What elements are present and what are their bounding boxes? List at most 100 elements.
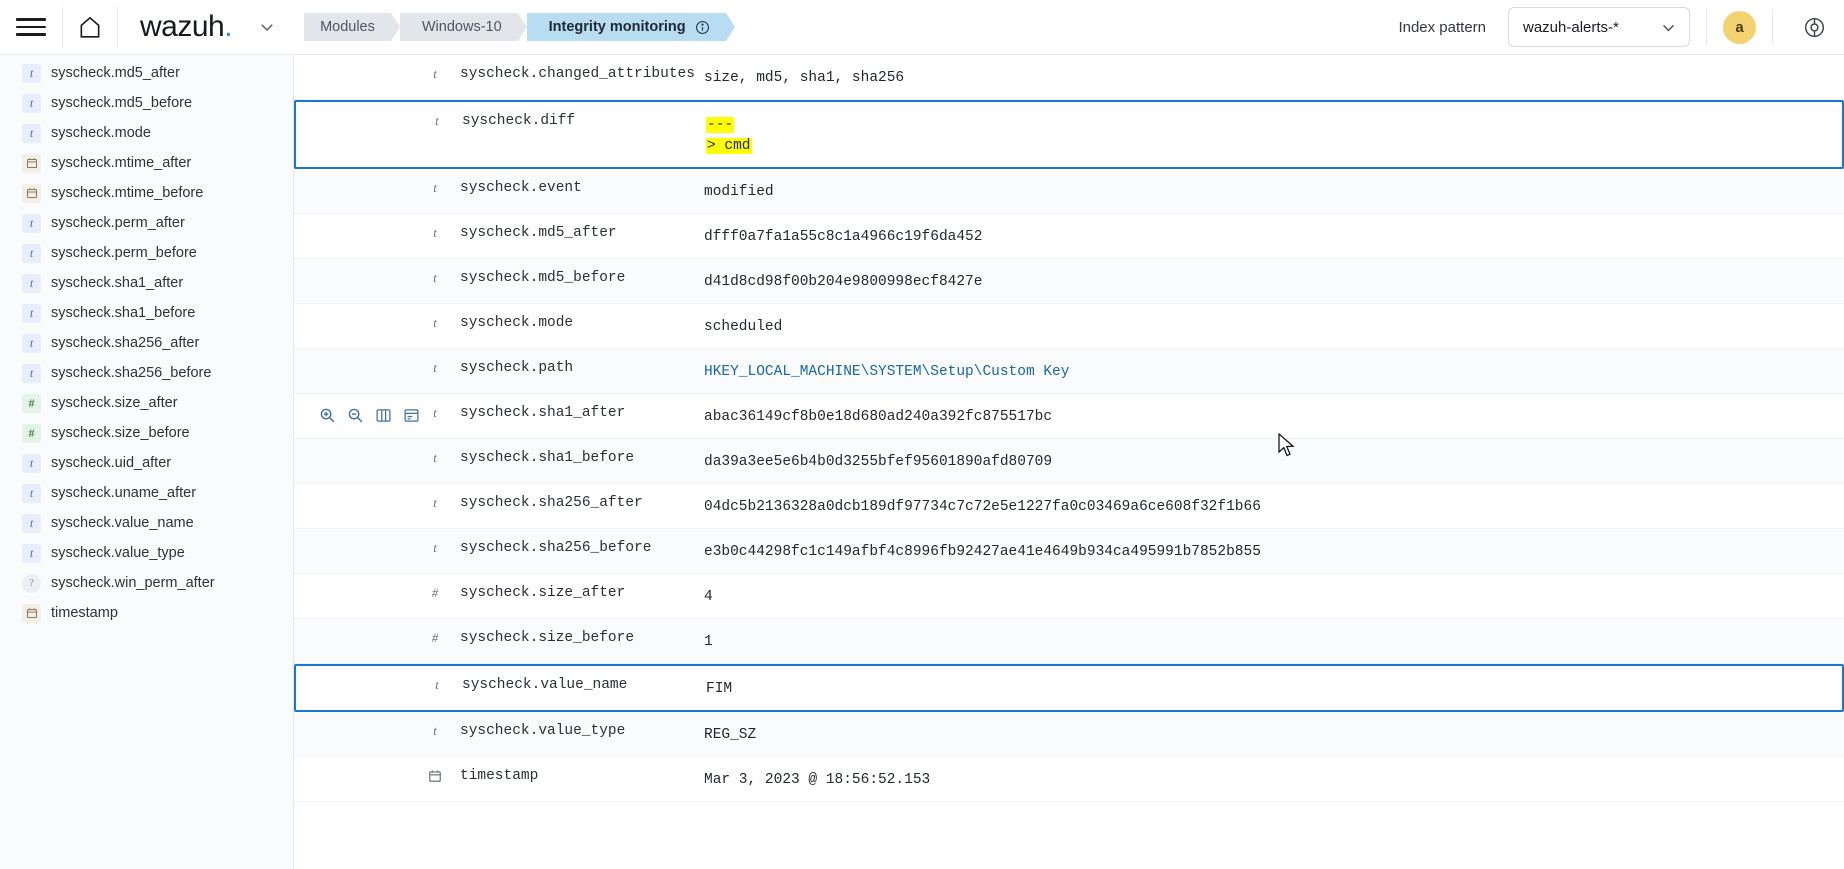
document-field-row[interactable]: t syscheck.sha256_before e3b0c44298fc1c149… (294, 529, 1844, 575)
field-name-cell: syscheck.sha1_before (460, 450, 635, 467)
document-field-row[interactable]: t syscheck.sha256_after 04dc5b2136328a0dcb… (294, 484, 1844, 530)
breadcrumb-integrity-monitoring[interactable]: Integrity monitoring (526, 13, 735, 41)
document-field-row[interactable]: t syscheck.value_name FIM (294, 664, 1844, 713)
breadcrumb-modules[interactable]: Modules (304, 13, 400, 41)
document-field-row[interactable]: timestamp Mar 3, 2023 @ 18:56:52.153 (294, 757, 1844, 803)
field-list-item-label: syscheck.value_type (51, 545, 185, 561)
field-name-cell: syscheck.md5_after (460, 225, 617, 242)
nav-separator (1706, 9, 1707, 45)
index-pattern-value: wazuh-alerts-* (1523, 18, 1619, 36)
breadcrumb: Modules Windows-10 Integrity monitoring (304, 13, 735, 41)
document-field-row[interactable]: t syscheck.md5_before d41d8cd98f00b204e980… (294, 259, 1844, 305)
field-list-item-label: syscheck.mtime_after (51, 155, 192, 171)
document-field-row[interactable]: t syscheck.value_type REG_SZ (294, 712, 1844, 758)
field-type-indicator: t (433, 316, 437, 331)
field-list-item[interactable]: t syscheck.perm_before (0, 238, 293, 268)
row-action-toolbar (294, 712, 422, 754)
unknown-field-icon: ? (22, 573, 41, 593)
toggle-column-icon[interactable] (374, 406, 393, 425)
field-list-item[interactable]: t syscheck.uid_after (0, 448, 293, 478)
field-list-item[interactable]: syscheck.mtime_after (0, 148, 293, 178)
string-field-icon: t (22, 303, 41, 323)
field-name-cell: syscheck.value_name (462, 677, 628, 694)
field-list-item[interactable]: t syscheck.sha256_after (0, 328, 293, 358)
field-list-item[interactable]: t syscheck.value_name (0, 508, 293, 538)
field-list-item-label: syscheck.size_after (51, 395, 178, 411)
field-name-cell: syscheck.value_type (460, 723, 626, 740)
avatar[interactable]: a (1723, 10, 1756, 44)
field-list-item[interactable]: t syscheck.sha256_before (0, 358, 293, 388)
field-type-indicator (422, 757, 448, 787)
field-type-indicator: t (433, 496, 437, 511)
field-list-item[interactable]: syscheck.mtime_before (0, 178, 293, 208)
field-value-cell[interactable]: HKEY_LOCAL_MACHINE\SYSTEM\Setup\Custom K… (678, 349, 1844, 393)
number-field-icon: # (22, 423, 41, 443)
wazuh-logo-dot: . (224, 10, 233, 43)
document-field-row[interactable]: t syscheck.md5_after dfff0a7fa1a55c8c1a496… (294, 214, 1844, 260)
top-navigation-bar: wazuh. Modules Windows-10 Integrity moni… (0, 0, 1844, 55)
index-pattern-label: Index pattern (1398, 18, 1486, 36)
string-field-icon: t (22, 483, 41, 503)
field-value-cell: e3b0c44298fc1c149afbf4c8996fb92427ae41e4… (704, 544, 1261, 561)
field-type-indicator: t (433, 67, 437, 81)
breadcrumb-label: Modules (320, 19, 375, 35)
info-circle-icon[interactable] (695, 20, 710, 35)
field-value-cell: size, md5, sha1, sha256 (704, 70, 905, 86)
document-field-row[interactable]: # syscheck.size_after 4 (294, 574, 1844, 620)
row-action-toolbar (294, 349, 422, 391)
field-name-cell: syscheck.mode (460, 315, 574, 332)
nav-separator-2 (1772, 9, 1773, 45)
string-field-icon: t (22, 123, 41, 143)
index-pattern-select[interactable]: wazuh-alerts-* (1508, 7, 1690, 47)
document-field-row[interactable]: t syscheck.event modified (294, 169, 1844, 215)
field-value-cell: REG_SZ (704, 727, 757, 744)
chevron-down-icon[interactable] (252, 12, 282, 42)
wazuh-logo-text: wazuh (140, 10, 225, 43)
field-value-cell: 1 (704, 634, 713, 651)
row-action-toolbar (294, 619, 422, 661)
field-list-item[interactable]: t syscheck.value_type (0, 538, 293, 568)
row-action-toolbar (294, 757, 422, 799)
field-list-item[interactable]: # syscheck.size_before (0, 418, 293, 448)
home-icon[interactable] (63, 7, 117, 47)
field-list-item[interactable]: ? syscheck.win_perm_after (0, 568, 293, 598)
row-action-toolbar (294, 55, 422, 97)
document-field-row[interactable]: t syscheck.mode scheduled (294, 304, 1844, 350)
field-list-item[interactable]: t syscheck.sha1_before (0, 298, 293, 328)
field-list-item[interactable]: t syscheck.md5_before (0, 88, 293, 118)
row-action-toolbar (294, 304, 422, 346)
field-list-item[interactable]: timestamp (0, 598, 293, 628)
document-field-row[interactable]: t syscheck.sha1_after abac36149cf8b0e18d68… (294, 394, 1844, 440)
field-list-item-label: syscheck.uname_after (51, 485, 197, 501)
document-field-row[interactable]: t syscheck.path HKEY_LOCAL_MACHINE\SYSTEM\… (294, 349, 1844, 395)
filter-field-exists-icon[interactable] (402, 406, 421, 425)
field-name-cell: syscheck.sha256_after (460, 495, 643, 512)
field-value-cell: abac36149cf8b0e18d680ad240a392fc875517bc (704, 409, 1053, 426)
field-list-item-label: syscheck.md5_before (51, 95, 193, 111)
help-lifebuoy-icon[interactable] (1803, 16, 1826, 39)
menu-icon[interactable] (16, 16, 46, 38)
field-list-item-label: syscheck.sha1_after (51, 275, 184, 291)
field-list-item[interactable]: t syscheck.sha1_after (0, 268, 293, 298)
document-field-row[interactable]: t syscheck.changed_attributes size, md5, s… (294, 55, 1844, 101)
field-value-cell: Mar 3, 2023 @ 18:56:52.153 (704, 772, 931, 789)
field-name-cell: syscheck.event (460, 180, 582, 197)
field-list-item[interactable]: t syscheck.mode (0, 118, 293, 148)
document-field-row[interactable]: t syscheck.sha1_before da39a3ee5e6b4b0d325… (294, 439, 1844, 485)
filter-out-value-icon[interactable] (346, 406, 365, 425)
row-action-toolbar (294, 169, 422, 211)
filter-for-value-icon[interactable] (318, 406, 337, 425)
field-list-item[interactable]: t syscheck.md5_after (0, 58, 293, 88)
field-list-item[interactable]: t syscheck.uname_after (0, 478, 293, 508)
diff-highlight: > cmd (706, 138, 752, 155)
document-field-row[interactable]: # syscheck.size_before 1 (294, 619, 1844, 665)
date-field-icon (22, 153, 41, 173)
field-list-item[interactable]: # syscheck.size_after (0, 388, 293, 418)
field-type-indicator: t (433, 226, 437, 241)
breadcrumb-windows-10[interactable]: Windows-10 (399, 13, 527, 41)
field-list-item[interactable]: t syscheck.perm_after (0, 208, 293, 238)
nav-right-group: Index pattern wazuh-alerts-* a (1398, 7, 1844, 47)
document-field-row[interactable]: t syscheck.diff --- > cmd (294, 100, 1844, 170)
field-list-item-label: syscheck.sha1_before (51, 305, 196, 321)
row-action-toolbar (296, 666, 424, 708)
